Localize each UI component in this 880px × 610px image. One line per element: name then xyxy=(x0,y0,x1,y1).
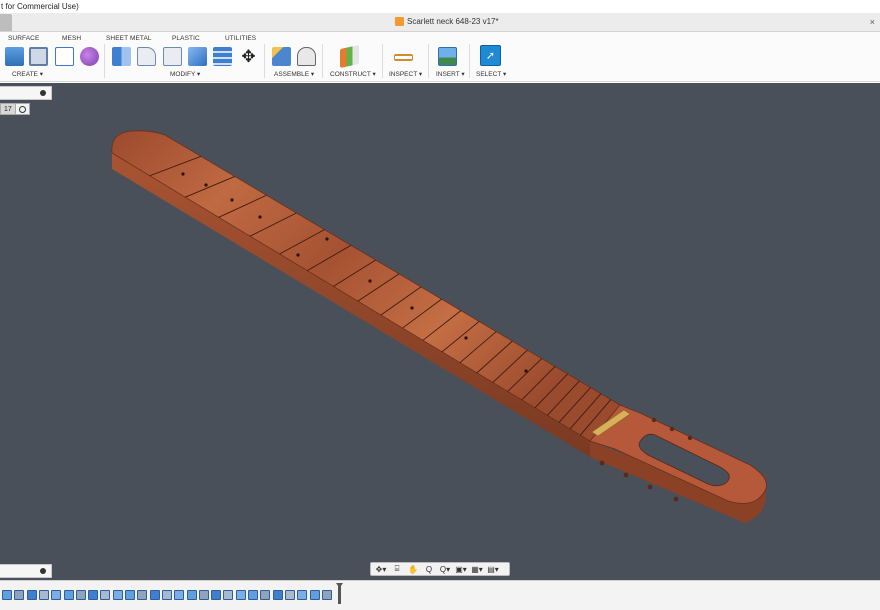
timeline-feature-icon[interactable] xyxy=(174,590,185,600)
timeline-feature-icon[interactable] xyxy=(26,590,37,600)
viewports-icon[interactable]: ▤▾ xyxy=(486,565,500,574)
timeline-feature-icon[interactable] xyxy=(297,590,308,600)
timeline-feature-icon[interactable] xyxy=(63,590,74,600)
zoom-icon[interactable]: Q xyxy=(422,565,436,574)
model-canvas xyxy=(111,130,767,523)
timeline-feature-icon[interactable] xyxy=(149,590,160,600)
timeline xyxy=(0,580,880,610)
navigation-bar: ✥▾ ⌸ ✋ Q Q▾ ▣▾ ▦▾ ▤▾ xyxy=(370,562,510,576)
home-tab[interactable] xyxy=(0,14,12,31)
timeline-feature-icon[interactable] xyxy=(38,590,49,600)
3d-viewport[interactable]: 17 ✥▾ ⌸ ✋ Q Q▾ ▣▾ ▦▾ ▤▾ xyxy=(0,83,880,580)
browser-panel-chip[interactable] xyxy=(0,86,52,100)
divider xyxy=(264,44,265,78)
timeline-feature-icon[interactable] xyxy=(75,590,86,600)
shell-icon[interactable] xyxy=(163,47,182,66)
inspect-menu[interactable]: INSPECT ▾ xyxy=(389,70,422,78)
timeline-feature-icon[interactable] xyxy=(125,590,135,600)
timeline-feature-icon[interactable] xyxy=(100,590,111,600)
tab-plastic[interactable]: PLASTIC xyxy=(172,35,200,42)
measure-icon[interactable] xyxy=(394,54,413,61)
tab-utilities[interactable]: UTILITIES xyxy=(225,35,256,42)
fillet-icon[interactable] xyxy=(137,47,156,66)
timeline-feature-icon[interactable] xyxy=(272,590,283,600)
timeline-feature-icon[interactable] xyxy=(260,590,271,600)
neck-side-face xyxy=(112,153,590,457)
timeline-marker[interactable] xyxy=(338,586,341,604)
tab-sheet-metal[interactable]: SHEET METAL xyxy=(106,35,152,42)
assemble-menu[interactable]: ASSEMBLE ▾ xyxy=(274,70,314,78)
sketch-icon[interactable] xyxy=(55,47,74,66)
press-pull-icon[interactable] xyxy=(112,47,131,66)
tab-mesh[interactable]: MESH xyxy=(62,35,81,42)
timeline-feature-icon[interactable] xyxy=(309,590,320,600)
version-label: 17 xyxy=(0,103,16,115)
insert-menu[interactable]: INSERT ▾ xyxy=(436,70,465,78)
pan-icon[interactable]: ✋ xyxy=(406,565,420,574)
tab-surface[interactable]: SURFACE xyxy=(8,35,39,42)
timeline-feature-icon[interactable] xyxy=(321,590,332,600)
joint-icon[interactable] xyxy=(297,47,316,66)
new-component-icon[interactable] xyxy=(272,47,291,66)
timeline-feature-icon[interactable] xyxy=(211,590,222,600)
fit-icon[interactable]: Q▾ xyxy=(438,565,452,574)
timeline-feature-icon[interactable] xyxy=(161,590,172,600)
look-icon[interactable]: ⌸ xyxy=(390,564,404,574)
document-tab[interactable]: Scarlett neck 648-23 v17* xyxy=(395,17,499,26)
close-tab-button[interactable]: × xyxy=(870,17,875,27)
timeline-feature-icon[interactable] xyxy=(198,590,209,600)
insert-image-icon[interactable] xyxy=(438,47,457,66)
divider xyxy=(322,44,323,78)
grid-icon[interactable]: ▦▾ xyxy=(470,565,484,574)
select-menu[interactable]: SELECT ▾ xyxy=(476,70,506,78)
comments-pin-icon[interactable] xyxy=(40,568,46,574)
construct-menu[interactable]: CONSTRUCT ▾ xyxy=(330,70,376,78)
modify-menu[interactable]: MODIFY ▾ xyxy=(170,70,200,78)
ribbon-toolbar: SURFACE MESH SHEET METAL PLASTIC UTILITI… xyxy=(0,32,880,82)
neck-top-face xyxy=(111,130,621,442)
display-settings-icon[interactable]: ▣▾ xyxy=(454,565,468,574)
form-icon[interactable] xyxy=(80,47,99,66)
comments-panel-chip[interactable] xyxy=(0,564,52,578)
divider xyxy=(469,44,470,78)
timeline-feature-icon[interactable] xyxy=(51,590,62,600)
design-cube-icon xyxy=(395,17,404,26)
document-title: Scarlett neck 648-23 v17* xyxy=(407,17,499,26)
divider xyxy=(382,44,383,78)
offset-plane-icon[interactable] xyxy=(340,44,359,69)
guitar-neck-model[interactable] xyxy=(111,130,767,523)
split-body-icon[interactable] xyxy=(213,47,232,66)
timeline-feature-icon[interactable] xyxy=(112,590,123,600)
extrude-icon[interactable] xyxy=(5,47,24,66)
divider xyxy=(104,44,105,78)
select-cursor-icon[interactable]: ➚ xyxy=(480,45,501,66)
create-menu[interactable]: CREATE ▾ xyxy=(12,70,43,78)
window-title-strip: t for Commercial Use) xyxy=(0,0,880,13)
version-chip[interactable]: 17 xyxy=(0,103,30,115)
target-icon[interactable] xyxy=(15,103,30,115)
move-icon[interactable]: ✥ xyxy=(239,47,258,66)
combine-icon[interactable] xyxy=(188,47,207,66)
timeline-feature-icon[interactable] xyxy=(284,590,295,600)
timeline-feature-icon[interactable] xyxy=(88,590,99,600)
timeline-feature-icon[interactable] xyxy=(2,590,12,600)
document-tab-bar: Scarlett neck 648-23 v17* × xyxy=(0,13,880,32)
timeline-feature-icon[interactable] xyxy=(14,590,25,600)
hole-icon[interactable] xyxy=(29,47,48,66)
timeline-feature-icon[interactable] xyxy=(137,590,148,600)
timeline-feature-icon[interactable] xyxy=(235,590,246,600)
timeline-feature-icon[interactable] xyxy=(223,590,234,600)
browser-pin-icon[interactable] xyxy=(40,90,46,96)
divider xyxy=(428,44,429,78)
timeline-feature-icon[interactable] xyxy=(248,590,258,600)
fusion-window: t for Commercial Use) Scarlett neck 648-… xyxy=(0,0,880,610)
timeline-feature-icon[interactable] xyxy=(186,590,197,600)
orbit-icon[interactable]: ✥▾ xyxy=(374,565,388,574)
